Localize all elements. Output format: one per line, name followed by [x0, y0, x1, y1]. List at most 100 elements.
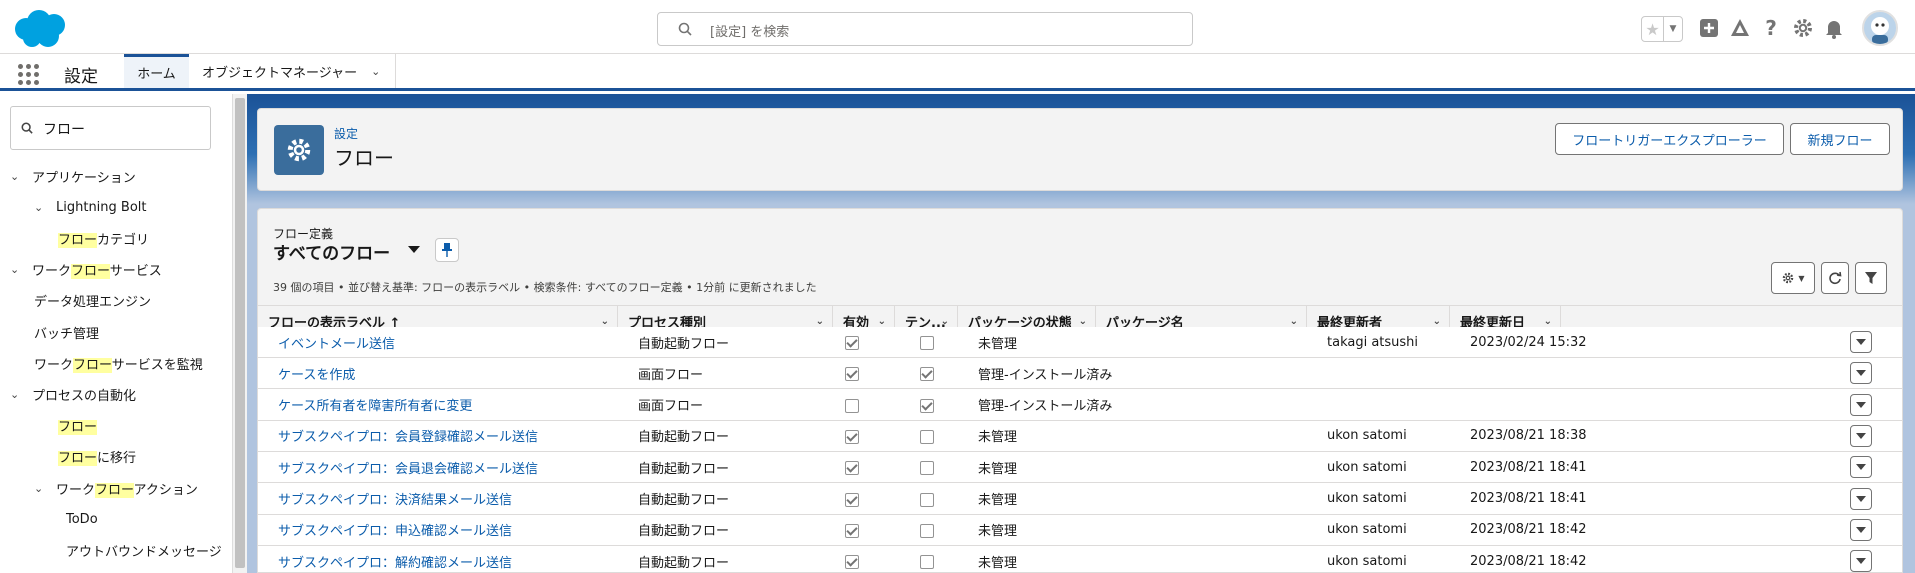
refresh-button[interactable]	[1821, 262, 1849, 294]
search-highlight: フロー	[58, 420, 98, 436]
chevron-down-icon[interactable]: ⌄	[34, 201, 48, 214]
sidebar-scrollbar[interactable]	[232, 94, 247, 573]
chevron-down-icon[interactable]: ⌄	[1433, 316, 1441, 327]
sidebar-item[interactable]: ⌄ Lightning Bolt	[34, 195, 147, 219]
sidebar-item[interactable]: フローに移行	[58, 445, 136, 469]
scrollbar-thumb[interactable]	[235, 98, 245, 568]
row-actions-button[interactable]	[1850, 518, 1872, 541]
sidebar-item-label: Lightning Bolt	[56, 200, 147, 215]
chevron-down-icon[interactable]: ⌄	[10, 388, 24, 401]
sidebar-item-label: ToDo	[66, 512, 98, 527]
sidebar-item[interactable]: ⌄ ワークフローサービス	[10, 258, 162, 282]
chevron-down-icon[interactable]: ⌄	[941, 316, 949, 327]
sidebar-item-label: ワークフローサービスを監視	[34, 354, 203, 373]
sidebar-item[interactable]: ⌄ ワークフローアクション	[34, 476, 198, 500]
page-header: 設定 フロー フロートリガーエクスプローラー 新規フロー	[257, 108, 1903, 191]
caret-down-icon	[1856, 401, 1866, 408]
sidebar-item[interactable]: データ処理エンジン	[34, 289, 151, 313]
sidebar-item-label: データ処理エンジン	[34, 291, 151, 310]
chevron-down-icon[interactable]: ⌄	[816, 316, 824, 327]
chevron-down-icon: ▼	[1798, 273, 1805, 283]
template-checkbox	[920, 523, 934, 538]
global-header: [設定] を検索 ★ ▼ ?	[0, 0, 1915, 54]
tab-object-manager[interactable]: オブジェクトマネージャー ⌄	[190, 54, 396, 88]
pin-icon	[442, 243, 452, 257]
caret-down-icon	[1856, 464, 1866, 471]
chevron-down-icon[interactable]: ⌄	[1544, 316, 1552, 327]
row-actions-button[interactable]	[1850, 424, 1872, 447]
cell-label[interactable]: サブスクペイプロ：解約確認メール送信	[278, 546, 512, 572]
chevron-down-icon[interactable]: ⌄	[1079, 316, 1087, 327]
caret-down-icon[interactable]	[408, 246, 420, 253]
cell-pkg-state: 未管理	[978, 555, 1018, 571]
star-icon[interactable]: ★	[1642, 17, 1664, 41]
sidebar-item[interactable]: ToDo	[66, 507, 98, 531]
new-flow-button[interactable]: 新規フロー	[1790, 123, 1890, 155]
row-actions-button[interactable]	[1850, 456, 1872, 479]
table-row: イベントメール送信 自動起動フロー 未管理 takagi atsushi 2023/02…	[258, 327, 1902, 358]
trailhead-icon	[1731, 19, 1749, 36]
cell-updated-by: ukon satomi	[1327, 553, 1407, 569]
global-actions-button[interactable]	[1697, 14, 1721, 42]
chevron-down-icon[interactable]: ⌄	[371, 65, 380, 78]
pin-button[interactable]	[435, 238, 459, 262]
active-checkbox	[845, 461, 859, 476]
row-actions-button[interactable]	[1850, 393, 1872, 416]
row-actions-button[interactable]	[1850, 331, 1872, 353]
tab-home[interactable]: ホーム	[124, 54, 189, 88]
cell-label[interactable]: ケースを作成	[278, 358, 355, 388]
sidebar-item[interactable]: フローカテゴリ	[58, 226, 149, 250]
chevron-down-icon[interactable]: ⌄	[10, 263, 24, 276]
sidebar-item-label: アウトバウンドメッセージ	[66, 541, 222, 560]
help-button[interactable]: ?	[1759, 14, 1783, 42]
favorites-button[interactable]: ★ ▼	[1641, 16, 1683, 42]
row-actions-button[interactable]	[1850, 487, 1872, 510]
cell-label[interactable]: サブスクペイプロ：申込確認メール送信	[278, 515, 512, 545]
breadcrumb[interactable]: 設定	[334, 125, 358, 142]
flow-trigger-explorer-button[interactable]: フロートリガーエクスプローラー	[1555, 123, 1784, 155]
chevron-down-icon[interactable]: ⌄	[601, 316, 609, 327]
cell-label[interactable]: サブスクペイプロ：会員登録確認メール送信	[278, 421, 538, 451]
search-icon	[21, 122, 33, 134]
plus-icon	[1700, 19, 1718, 37]
list-view-name[interactable]: すべてのフロー	[273, 239, 390, 264]
text: ワーク	[56, 482, 96, 498]
cell-label[interactable]: サブスクペイプロ：決済結果メール送信	[278, 484, 512, 514]
sidebar-item-label: フロー	[58, 416, 98, 436]
trailhead-button[interactable]	[1727, 14, 1753, 42]
sidebar-item[interactable]: フロー	[58, 414, 98, 438]
notifications-button[interactable]	[1822, 14, 1846, 42]
salesforce-logo[interactable]	[12, 9, 68, 49]
chevron-down-icon[interactable]: ⌄	[34, 482, 48, 495]
list-view-panel: フロー定義 すべてのフロー 39 個の項目 • 並び替え基準: フローの表示ラベ…	[257, 208, 1903, 573]
sidebar-item[interactable]: ワークフローサービスを監視	[34, 351, 203, 375]
cell-updated-at: 2023/08/21 18:42	[1470, 553, 1587, 569]
chevron-down-icon[interactable]: ▼	[1664, 24, 1682, 34]
global-search-input[interactable]: [設定] を検索	[657, 12, 1193, 46]
caret-down-icon	[1856, 495, 1866, 502]
cell-label[interactable]: イベントメール送信	[278, 327, 395, 357]
quick-find-input[interactable]: フロー	[10, 106, 211, 150]
sidebar-item[interactable]: バッチ管理	[34, 320, 99, 344]
text: プロセスの自動化	[32, 388, 137, 404]
list-view-controls-button[interactable]: ▼	[1771, 262, 1815, 294]
cell-label[interactable]: ケース所有者を障害所有者に変更	[278, 390, 472, 420]
setup-gear-button[interactable]	[1791, 14, 1815, 42]
sidebar-item[interactable]: ⌄ プロセスの自動化	[10, 382, 136, 406]
sidebar-item[interactable]: ⌄ アプリケーション	[10, 164, 136, 188]
text: Lightning Bolt	[56, 199, 147, 215]
row-actions-button[interactable]	[1850, 550, 1872, 572]
chevron-down-icon[interactable]: ⌄	[10, 170, 24, 183]
sidebar-item[interactable]: アウトバウンドメッセージ	[66, 538, 222, 562]
template-checkbox	[920, 367, 934, 382]
filter-button[interactable]	[1855, 262, 1887, 294]
chevron-down-icon[interactable]: ⌄	[1290, 316, 1298, 327]
row-actions-button[interactable]	[1850, 362, 1872, 385]
cell-type: 自動起動フロー	[638, 336, 730, 352]
text: ToDo	[66, 511, 98, 527]
cell-label[interactable]: サブスクペイプロ：会員退会確認メール送信	[278, 452, 538, 482]
app-launcher-icon[interactable]	[18, 64, 40, 85]
page-title: フロー	[334, 146, 394, 170]
chevron-down-icon[interactable]: ⌄	[878, 316, 886, 327]
user-avatar[interactable]	[1862, 10, 1898, 46]
